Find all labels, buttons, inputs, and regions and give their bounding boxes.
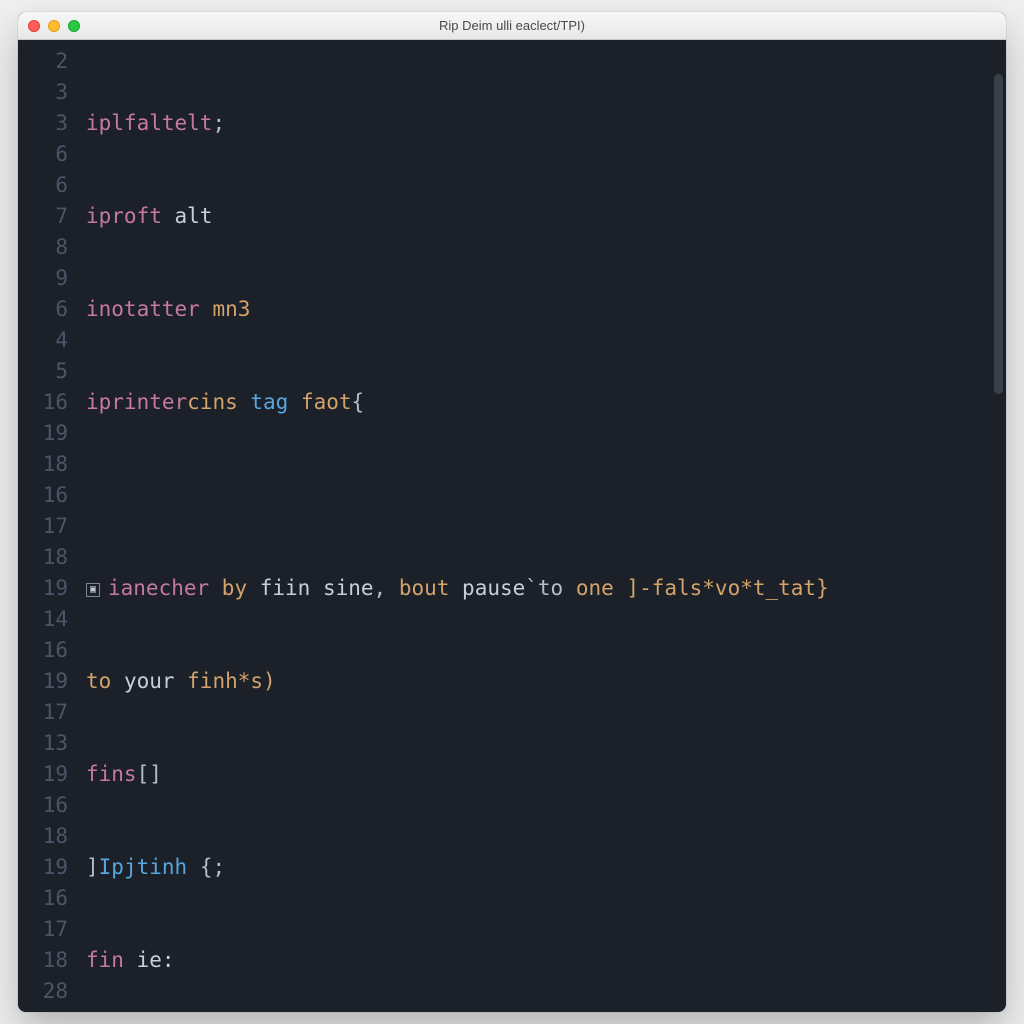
minimize-icon[interactable] bbox=[48, 20, 60, 32]
line-number: 16 bbox=[18, 883, 68, 914]
line-number: 8 bbox=[18, 232, 68, 263]
scrollbar-thumb[interactable] bbox=[994, 74, 1003, 394]
titlebar[interactable]: Rip Deim ulli eaclect/TPI) bbox=[18, 12, 1006, 40]
line-number: 21 bbox=[18, 1007, 68, 1012]
line-number: 16 bbox=[18, 387, 68, 418]
line-number: 6 bbox=[18, 139, 68, 170]
line-number: 16 bbox=[18, 635, 68, 666]
line-number: 19 bbox=[18, 666, 68, 697]
line-number: 17 bbox=[18, 697, 68, 728]
line-number: 2 bbox=[18, 46, 68, 77]
line-number: 19 bbox=[18, 418, 68, 449]
maximize-icon[interactable] bbox=[68, 20, 80, 32]
line-number: 16 bbox=[18, 790, 68, 821]
line-number: 18 bbox=[18, 945, 68, 976]
code-line[interactable]: ▣ianecher by fiin sine, bout pause`to on… bbox=[86, 573, 1006, 604]
line-number: 19 bbox=[18, 573, 68, 604]
line-number: 6 bbox=[18, 170, 68, 201]
line-number: 4 bbox=[18, 325, 68, 356]
code-line[interactable]: iprintercins tag faot{ bbox=[86, 387, 1006, 418]
line-number: 28 bbox=[18, 976, 68, 1007]
line-number: 17 bbox=[18, 511, 68, 542]
code-line[interactable] bbox=[86, 480, 1006, 511]
code-area[interactable]: iplfaltelt; iproft alt inotatter mn3 ipr… bbox=[82, 40, 1006, 1012]
line-number: 19 bbox=[18, 852, 68, 883]
line-number: 7 bbox=[18, 201, 68, 232]
line-number: 3 bbox=[18, 77, 68, 108]
line-number: 17 bbox=[18, 914, 68, 945]
line-number: 18 bbox=[18, 821, 68, 852]
code-line[interactable]: to your finh*s) bbox=[86, 666, 1006, 697]
line-number: 3 bbox=[18, 108, 68, 139]
code-line[interactable]: inotatter mn3 bbox=[86, 294, 1006, 325]
line-number: 16 bbox=[18, 480, 68, 511]
code-line[interactable]: iplfaltelt; bbox=[86, 108, 1006, 139]
traffic-lights bbox=[28, 20, 80, 32]
line-number: 14 bbox=[18, 604, 68, 635]
line-number: 5 bbox=[18, 356, 68, 387]
code-line[interactable]: iproft alt bbox=[86, 201, 1006, 232]
line-number: 6 bbox=[18, 294, 68, 325]
line-number: 18 bbox=[18, 542, 68, 573]
line-number-gutter: 2 3 3 6 6 7 8 9 6 4 5 16 19 18 16 17 18 … bbox=[18, 40, 82, 1012]
line-number: 9 bbox=[18, 263, 68, 294]
fold-marker-icon[interactable]: ▣ bbox=[86, 583, 100, 597]
code-editor[interactable]: 2 3 3 6 6 7 8 9 6 4 5 16 19 18 16 17 18 … bbox=[18, 40, 1006, 1012]
code-line[interactable]: ]Ipjtinh {; bbox=[86, 852, 1006, 883]
close-icon[interactable] bbox=[28, 20, 40, 32]
line-number: 13 bbox=[18, 728, 68, 759]
line-number: 19 bbox=[18, 759, 68, 790]
window-title: Rip Deim ulli eaclect/TPI) bbox=[439, 18, 585, 33]
code-line[interactable]: fin ie: bbox=[86, 945, 1006, 976]
line-number: 18 bbox=[18, 449, 68, 480]
code-line[interactable]: fins[] bbox=[86, 759, 1006, 790]
editor-window: Rip Deim ulli eaclect/TPI) 2 3 3 6 6 7 8… bbox=[18, 12, 1006, 1012]
